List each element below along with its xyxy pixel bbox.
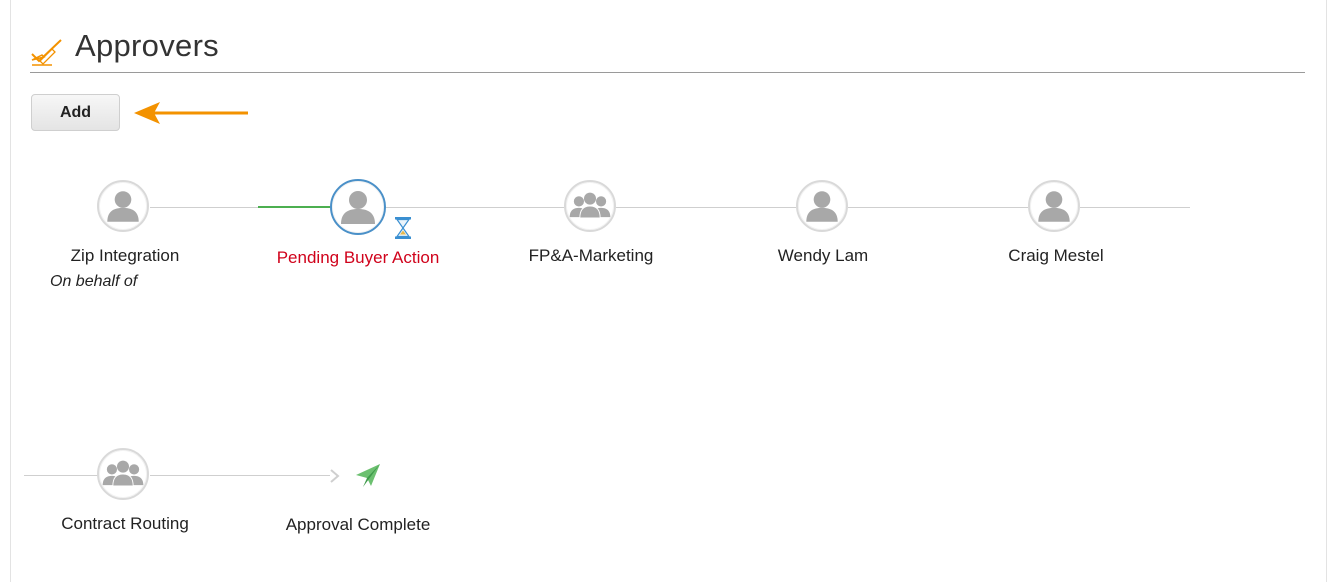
connector-line (150, 207, 258, 208)
approver-node-contract-routing[interactable] (97, 448, 149, 500)
arrow-left-icon (134, 102, 248, 124)
hourglass-icon (395, 217, 411, 239)
connector-line (150, 475, 330, 476)
approver-subtext: On behalf of (50, 273, 138, 290)
add-approver-button[interactable]: Add (31, 94, 120, 131)
approvers-panel (10, 0, 1327, 582)
progress-line (258, 206, 330, 208)
approver-status-label: Pending Buyer Action (276, 248, 440, 267)
approver-name: Wendy Lam (777, 246, 869, 265)
approver-node-pending-buyer[interactable] (330, 179, 386, 235)
chevron-right-icon (330, 469, 340, 483)
group-icon (102, 460, 144, 487)
approver-name: Craig Mestel (1008, 246, 1104, 265)
approval-complete-label: Approval Complete (285, 515, 431, 534)
connector-line (616, 207, 796, 208)
approver-node-craig-mestel[interactable] (1028, 180, 1080, 232)
approver-node-wendy-lam[interactable] (796, 180, 848, 232)
approver-name: Zip Integration (70, 246, 180, 265)
paper-plane-icon (356, 464, 380, 487)
approver-node-zip-integration[interactable] (97, 180, 149, 232)
group-icon (569, 192, 611, 219)
approver-name: Contract Routing (61, 514, 189, 533)
user-icon (1038, 191, 1070, 222)
user-icon (806, 191, 838, 222)
section-title: Approvers (75, 28, 219, 63)
approval-check-icon (31, 39, 62, 66)
connector-line (848, 207, 1028, 208)
user-icon (107, 191, 139, 222)
title-divider (30, 72, 1305, 73)
user-icon (341, 191, 375, 224)
connector-line (386, 207, 564, 208)
approver-node-fpa-marketing[interactable] (564, 180, 616, 232)
connector-line (24, 475, 98, 476)
connector-line (1080, 207, 1190, 208)
approver-name: FP&A-Marketing (528, 246, 654, 265)
